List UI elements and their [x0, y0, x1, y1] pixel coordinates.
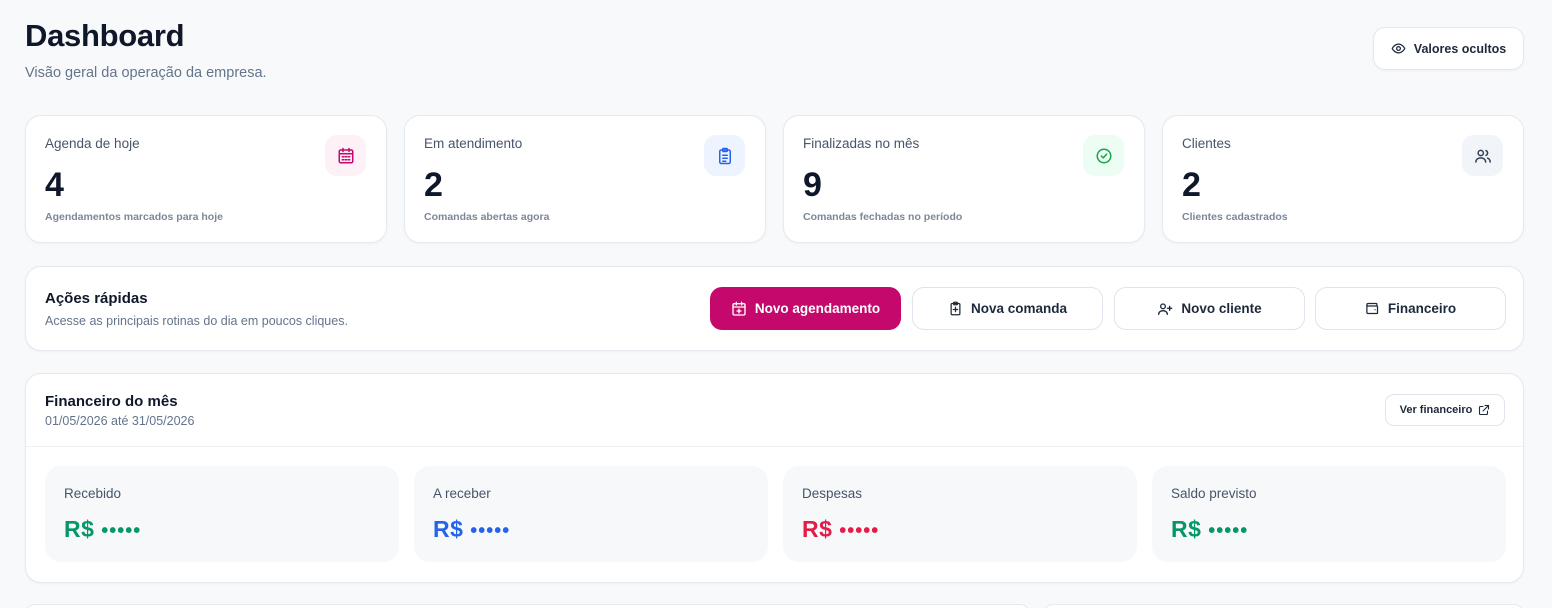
- eye-icon: [1391, 41, 1406, 56]
- financial-period: 01/05/2026 até 31/05/2026: [45, 414, 195, 428]
- next-panel-right: [1043, 604, 1524, 608]
- fin-card-a-receber: A receber R$ •••••: [414, 466, 768, 562]
- users-icon: [1462, 135, 1503, 176]
- stat-label: Agenda de hoje: [45, 136, 140, 151]
- fin-card-value: R$ •••••: [1171, 516, 1248, 543]
- stat-value: 9: [803, 166, 822, 204]
- stat-card-agenda: Agenda de hoje 4 Agendamentos marcados p…: [25, 115, 387, 243]
- page-title: Dashboard: [25, 18, 185, 53]
- hide-values-label: Valores ocultos: [1413, 41, 1507, 56]
- page-subtitle: Visão geral da operação da empresa.: [25, 65, 267, 81]
- hide-values-button[interactable]: Valores ocultos: [1373, 27, 1524, 70]
- stat-description: Comandas fechadas no período: [803, 211, 963, 223]
- stat-value: 2: [1182, 166, 1201, 204]
- check-circle-icon: [1083, 135, 1124, 176]
- view-financial-label: Ver financeiro: [1399, 404, 1473, 416]
- page-header: Dashboard Visão geral da operação da emp…: [25, 0, 1524, 115]
- next-panel-left: [25, 604, 1030, 608]
- stat-label: Em atendimento: [424, 136, 523, 151]
- stat-description: Agendamentos marcados para hoje: [45, 211, 223, 223]
- new-client-label: Novo cliente: [1181, 301, 1262, 316]
- fin-card-recebido: Recebido R$ •••••: [45, 466, 399, 562]
- currency-symbol: R$: [64, 516, 95, 542]
- fin-card-label: Despesas: [802, 486, 863, 501]
- stat-description: Comandas abertas agora: [424, 211, 550, 223]
- stat-card-finalizadas: Finalizadas no mês 9 Comandas fechadas n…: [783, 115, 1145, 243]
- new-order-button[interactable]: Nova comanda: [912, 287, 1103, 330]
- stat-label: Clientes: [1182, 136, 1231, 151]
- financial-title: Financeiro do mês: [45, 393, 178, 410]
- masked-value: •••••: [101, 520, 142, 542]
- stat-card-clientes: Clientes 2 Clientes cadastrados: [1162, 115, 1524, 243]
- new-appointment-label: Novo agendamento: [754, 301, 881, 316]
- stat-description: Clientes cadastrados: [1182, 211, 1288, 223]
- fin-card-despesas: Despesas R$ •••••: [783, 466, 1137, 562]
- calendar-plus-icon: [731, 301, 747, 317]
- view-financial-link[interactable]: Ver financeiro: [1385, 394, 1505, 426]
- stat-card-em-atendimento: Em atendimento 2 Comandas abertas agora: [404, 115, 766, 243]
- fin-card-value: R$ •••••: [802, 516, 879, 543]
- currency-symbol: R$: [433, 516, 464, 542]
- fin-card-label: Saldo previsto: [1171, 486, 1257, 501]
- calendar-icon: [325, 135, 366, 176]
- new-order-label: Nova comanda: [970, 301, 1068, 316]
- fin-card-value: R$ •••••: [64, 516, 141, 543]
- financial-divider: [26, 446, 1523, 447]
- new-client-button[interactable]: Novo cliente: [1114, 287, 1305, 330]
- quick-actions-panel: Ações rápidas Acesse as principais rotin…: [25, 266, 1524, 351]
- stats-row: Agenda de hoje 4 Agendamentos marcados p…: [25, 115, 1524, 243]
- fin-card-value: R$ •••••: [433, 516, 510, 543]
- fin-card-label: A receber: [433, 486, 491, 501]
- clipboard-plus-icon: [948, 301, 963, 316]
- new-appointment-button[interactable]: Novo agendamento: [710, 287, 901, 330]
- wallet-icon: [1365, 301, 1380, 316]
- quick-actions-subtitle: Acesse as principais rotinas do dia em p…: [45, 314, 348, 328]
- financial-label: Financeiro: [1387, 301, 1457, 316]
- quick-actions-title: Ações rápidas: [45, 290, 148, 307]
- fin-card-saldo-previsto: Saldo previsto R$ •••••: [1152, 466, 1506, 562]
- masked-value: •••••: [470, 520, 511, 542]
- dashboard-page: Dashboard Visão geral da operação da emp…: [25, 0, 1524, 608]
- currency-symbol: R$: [802, 516, 833, 542]
- user-plus-icon: [1157, 301, 1173, 317]
- financial-button[interactable]: Financeiro: [1315, 287, 1506, 330]
- fin-card-label: Recebido: [64, 486, 122, 501]
- clipboard-icon: [704, 135, 745, 176]
- stat-label: Finalizadas no mês: [803, 136, 920, 151]
- stat-value: 2: [424, 166, 443, 204]
- currency-symbol: R$: [1171, 516, 1202, 542]
- masked-value: •••••: [839, 520, 880, 542]
- masked-value: •••••: [1208, 520, 1249, 542]
- stat-value: 4: [45, 166, 64, 204]
- financial-panel: Financeiro do mês 01/05/2026 até 31/05/2…: [25, 373, 1524, 583]
- external-link-icon: [1478, 404, 1490, 416]
